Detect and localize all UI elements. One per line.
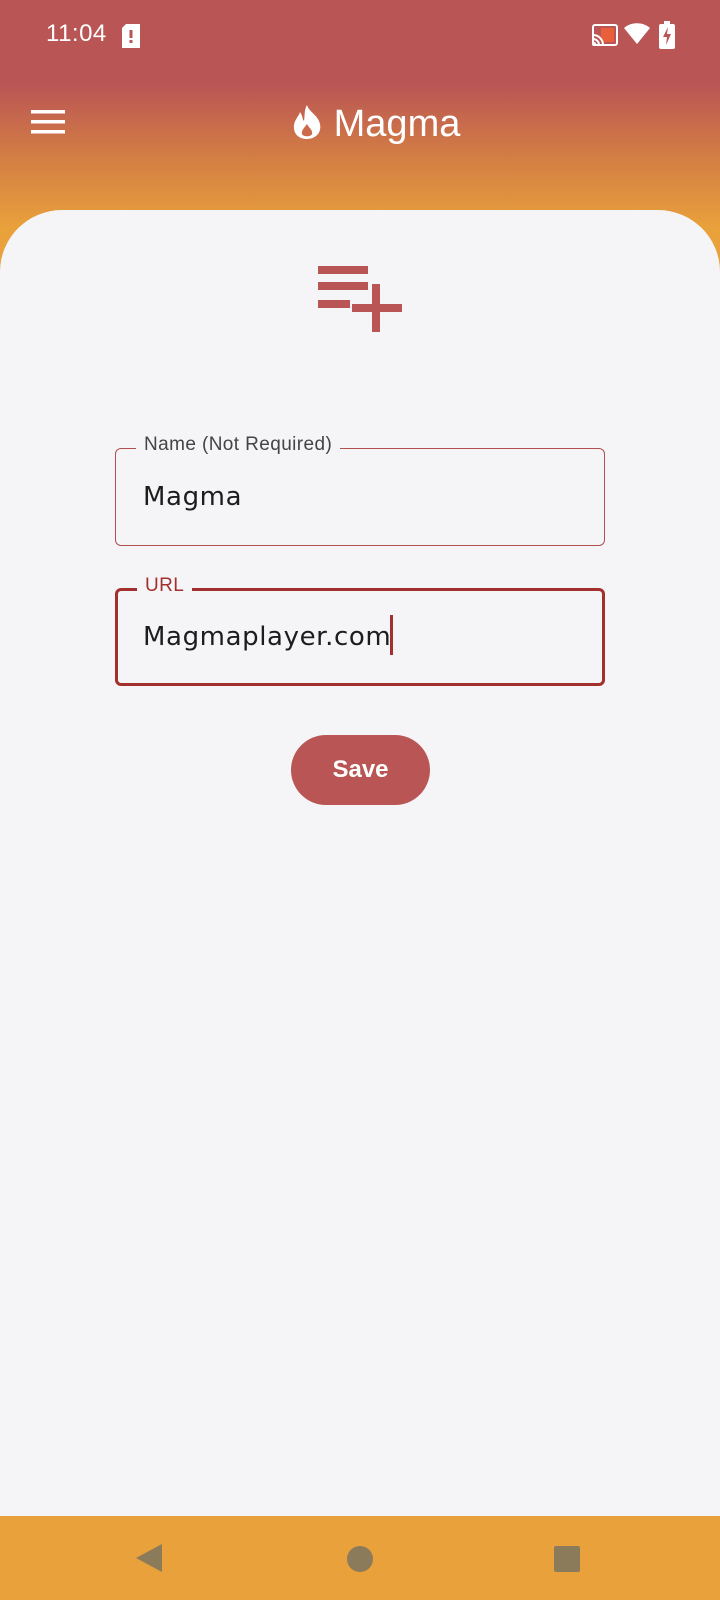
url-input[interactable]	[143, 619, 583, 655]
back-icon[interactable]	[134, 1542, 164, 1579]
name-field[interactable]: Name (Not Required)	[115, 434, 605, 546]
status-bar: 11:04	[0, 0, 720, 72]
app-bar: Magma	[0, 80, 720, 170]
app-title-group: Magma	[0, 100, 720, 148]
status-time: 11:04	[46, 20, 107, 47]
battery-charging-icon	[659, 21, 675, 54]
cast-icon	[592, 24, 618, 51]
name-input[interactable]	[143, 479, 583, 515]
content-card	[0, 210, 720, 1516]
playlist-add-icon	[316, 264, 408, 339]
name-field-label: Name (Not Required)	[136, 434, 341, 456]
home-icon[interactable]	[346, 1545, 374, 1578]
url-field[interactable]: URL	[115, 575, 605, 686]
app-title: Magma	[333, 102, 461, 145]
save-button[interactable]: Save	[291, 735, 430, 805]
flame-icon	[292, 104, 322, 145]
sim-card-icon	[122, 24, 140, 53]
system-nav-bar	[0, 1516, 720, 1600]
text-cursor	[390, 615, 393, 655]
recents-icon[interactable]	[553, 1545, 581, 1578]
url-field-label: URL	[137, 575, 193, 597]
wifi-icon	[624, 23, 650, 50]
